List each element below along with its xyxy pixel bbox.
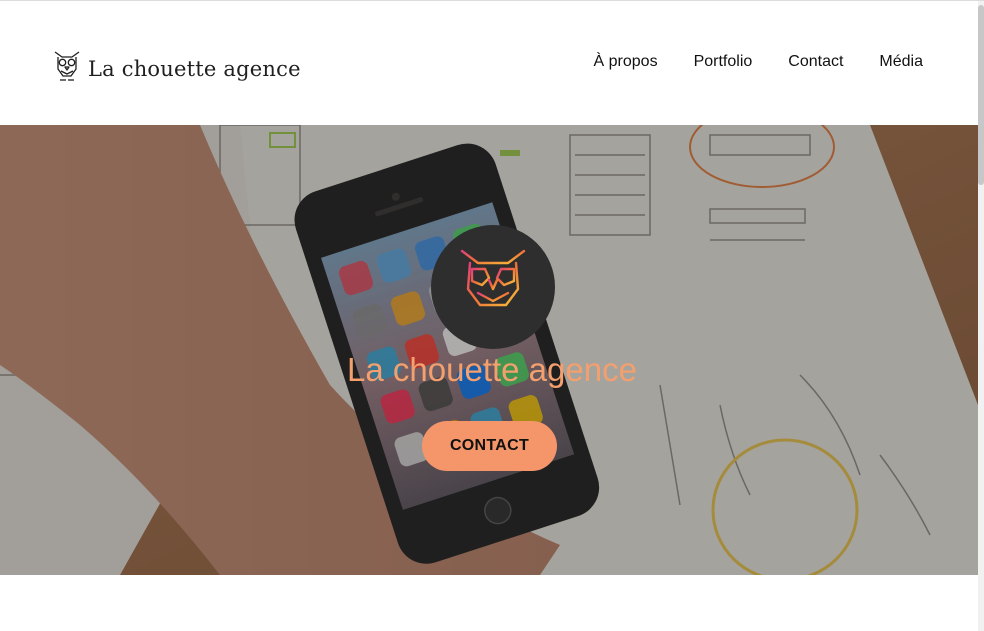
nav-link-media[interactable]: Média: [879, 53, 923, 71]
hero-title: La chouette agence: [347, 351, 637, 388]
hero-overlay: [0, 125, 978, 575]
nav-link-a-propos[interactable]: À propos: [594, 53, 658, 71]
site-header: La chouette agence À propos Portfolio Co…: [0, 1, 978, 125]
page: La chouette agence À propos Portfolio Co…: [0, 0, 984, 631]
nav-link-contact[interactable]: Contact: [788, 53, 843, 71]
owl-logo-icon: [458, 247, 528, 328]
main-nav: À propos Portfolio Contact Média: [594, 53, 923, 71]
page-scrollbar[interactable]: [978, 1, 984, 631]
site-logo[interactable]: La chouette agence: [52, 49, 301, 88]
logo-text: La chouette agence: [88, 56, 301, 81]
hero-logo-badge: [431, 225, 555, 349]
contact-button[interactable]: CONTACT: [422, 421, 557, 471]
scrollbar-thumb[interactable]: [978, 5, 984, 185]
hero-section: La chouette agence CONTACT: [0, 125, 978, 575]
nav-link-portfolio[interactable]: Portfolio: [694, 53, 753, 71]
owl-logo-icon: [52, 49, 82, 88]
